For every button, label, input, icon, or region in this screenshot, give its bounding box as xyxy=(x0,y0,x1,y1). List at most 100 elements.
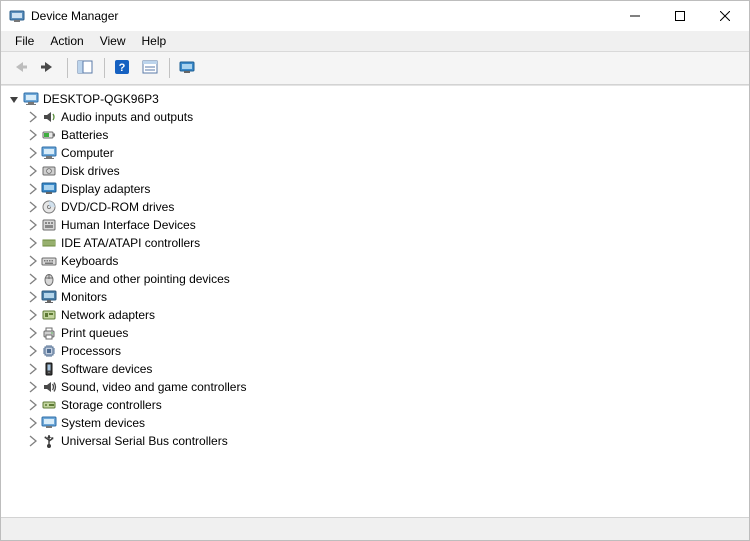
tree-category[interactable]: Computer xyxy=(5,144,749,162)
expander-closed-icon[interactable] xyxy=(25,182,39,196)
back-button[interactable] xyxy=(7,55,33,81)
expander-closed-icon[interactable] xyxy=(25,290,39,304)
disk-icon xyxy=(41,163,57,179)
titlebar: Device Manager xyxy=(1,1,749,31)
expander-closed-icon[interactable] xyxy=(25,218,39,232)
tree-category[interactable]: Batteries xyxy=(5,126,749,144)
expander-closed-icon[interactable] xyxy=(25,380,39,394)
monitor-icon xyxy=(41,289,57,305)
toolbar-separator xyxy=(169,58,170,78)
monitor-icon xyxy=(179,59,195,78)
tree-category-label: IDE ATA/ATAPI controllers xyxy=(61,236,200,250)
expander-closed-icon[interactable] xyxy=(25,164,39,178)
tree-category[interactable]: System devices xyxy=(5,414,749,432)
close-button[interactable] xyxy=(702,2,747,30)
computer-icon xyxy=(23,91,39,107)
tree-category[interactable]: Display adapters xyxy=(5,180,749,198)
expander-open-icon[interactable] xyxy=(7,92,21,106)
expander-closed-icon[interactable] xyxy=(25,308,39,322)
tree-category[interactable]: Keyboards xyxy=(5,252,749,270)
tree-root-label: DESKTOP-QGK96P3 xyxy=(43,92,159,106)
tree-category-label: System devices xyxy=(61,416,145,430)
expander-closed-icon[interactable] xyxy=(25,200,39,214)
device-manager-window: Device Manager File Action View Help xyxy=(0,0,750,541)
tree-category-label: Storage controllers xyxy=(61,398,162,412)
tree-category-label: Sound, video and game controllers xyxy=(61,380,246,394)
toolbar xyxy=(1,52,749,85)
display-icon xyxy=(41,181,57,197)
software-icon xyxy=(41,361,57,377)
expander-closed-icon[interactable] xyxy=(25,272,39,286)
expander-closed-icon[interactable] xyxy=(25,146,39,160)
network-icon xyxy=(41,307,57,323)
maximize-button[interactable] xyxy=(657,2,702,30)
toolbar-separator xyxy=(67,58,68,78)
cpu-icon xyxy=(41,343,57,359)
tree-category[interactable]: Monitors xyxy=(5,288,749,306)
keyboard-icon xyxy=(41,253,57,269)
app-icon xyxy=(9,8,25,24)
tree-category-label: Computer xyxy=(61,146,114,160)
storage-icon xyxy=(41,397,57,413)
ide-icon xyxy=(41,235,57,251)
menu-file[interactable]: File xyxy=(7,33,42,49)
tree-category-label: Processors xyxy=(61,344,121,358)
expander-closed-icon[interactable] xyxy=(25,398,39,412)
forward-button[interactable] xyxy=(35,55,61,81)
tree-category-label: Network adapters xyxy=(61,308,155,322)
mouse-icon xyxy=(41,271,57,287)
tree-category-label: Batteries xyxy=(61,128,108,142)
tree-category-label: Print queues xyxy=(61,326,128,340)
expander-closed-icon[interactable] xyxy=(25,362,39,376)
tree-category[interactable]: Network adapters xyxy=(5,306,749,324)
tree-pane-icon xyxy=(77,59,93,78)
expander-closed-icon[interactable] xyxy=(25,326,39,340)
back-arrow-icon xyxy=(12,59,28,78)
toolbar-separator xyxy=(104,58,105,78)
dvd-icon xyxy=(41,199,57,215)
expander-closed-icon[interactable] xyxy=(25,110,39,124)
expander-closed-icon[interactable] xyxy=(25,236,39,250)
expander-closed-icon[interactable] xyxy=(25,254,39,268)
tree-category[interactable]: Human Interface Devices xyxy=(5,216,749,234)
sound-icon xyxy=(41,379,57,395)
system-icon xyxy=(41,415,57,431)
tree-category-label: Human Interface Devices xyxy=(61,218,196,232)
expander-closed-icon[interactable] xyxy=(25,344,39,358)
toggle-tree-button[interactable] xyxy=(72,55,98,81)
menu-action[interactable]: Action xyxy=(42,33,91,49)
hid-icon xyxy=(41,217,57,233)
menu-help[interactable]: Help xyxy=(134,33,175,49)
expander-closed-icon[interactable] xyxy=(25,416,39,430)
statusbar xyxy=(1,517,749,540)
tree-category[interactable]: Mice and other pointing devices xyxy=(5,270,749,288)
device-tree-pane[interactable]: DESKTOP-QGK96P3 Audio inputs and outputs… xyxy=(1,85,749,517)
device-tree: DESKTOP-QGK96P3 Audio inputs and outputs… xyxy=(1,86,749,454)
menu-view[interactable]: View xyxy=(92,33,134,49)
tree-category[interactable]: Software devices xyxy=(5,360,749,378)
forward-arrow-icon xyxy=(40,59,56,78)
tree-category[interactable]: Processors xyxy=(5,342,749,360)
tree-root[interactable]: DESKTOP-QGK96P3 xyxy=(5,90,749,108)
help-icon xyxy=(114,59,130,78)
menubar: File Action View Help xyxy=(1,31,749,52)
tree-category-label: Universal Serial Bus controllers xyxy=(61,434,228,448)
expander-closed-icon[interactable] xyxy=(25,434,39,448)
tree-category[interactable]: Print queues xyxy=(5,324,749,342)
tree-category[interactable]: DVD/CD-ROM drives xyxy=(5,198,749,216)
help-button[interactable] xyxy=(109,55,135,81)
tree-category-label: Display adapters xyxy=(61,182,150,196)
tree-category[interactable]: Storage controllers xyxy=(5,396,749,414)
audio-icon xyxy=(41,109,57,125)
properties-button[interactable] xyxy=(137,55,163,81)
tree-category[interactable]: Disk drives xyxy=(5,162,749,180)
tree-category[interactable]: Universal Serial Bus controllers xyxy=(5,432,749,450)
tree-category-label: Monitors xyxy=(61,290,107,304)
tree-category-label: Keyboards xyxy=(61,254,118,268)
minimize-button[interactable] xyxy=(612,2,657,30)
scan-hardware-button[interactable] xyxy=(174,55,200,81)
tree-category[interactable]: Sound, video and game controllers xyxy=(5,378,749,396)
tree-category[interactable]: Audio inputs and outputs xyxy=(5,108,749,126)
tree-category[interactable]: IDE ATA/ATAPI controllers xyxy=(5,234,749,252)
expander-closed-icon[interactable] xyxy=(25,128,39,142)
